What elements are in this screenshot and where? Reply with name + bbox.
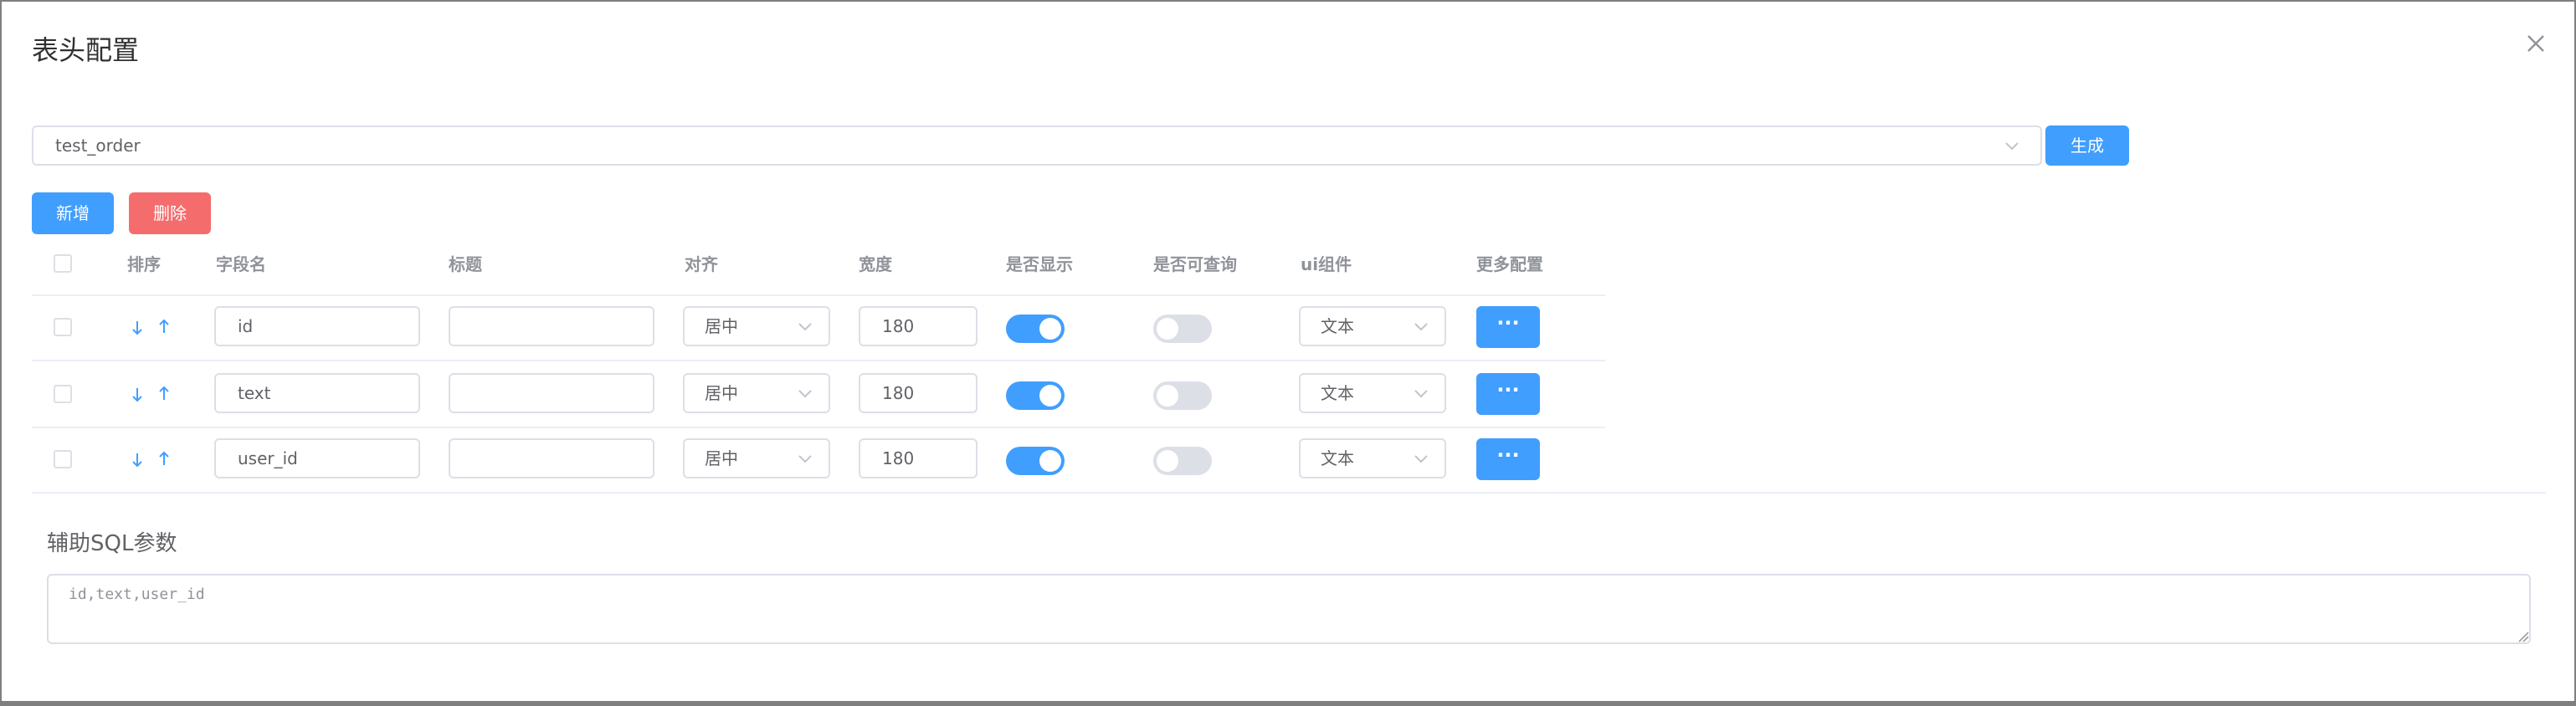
column-header-show: 是否显示 (1006, 254, 1073, 274)
field-name-input[interactable]: text (214, 373, 420, 413)
align-select-value: 居中 (705, 316, 738, 336)
arrow-up-icon[interactable] (156, 383, 172, 403)
switch-knob (1157, 318, 1178, 340)
sql-params-title: 辅助SQL参数 (47, 531, 177, 556)
dialog-title: 表头配置 (32, 34, 140, 66)
table-bottom-divider (32, 492, 2546, 494)
more-config-button[interactable]: ··· (1476, 438, 1540, 480)
width-input[interactable]: 180 (859, 373, 978, 413)
close-icon[interactable] (2522, 30, 2549, 57)
table-select-value: test_order (55, 136, 141, 156)
title-input[interactable] (449, 306, 654, 346)
resize-handle-icon[interactable] (2517, 631, 2529, 642)
chevron-down-icon (1411, 383, 1431, 403)
column-header-sort: 排序 (127, 254, 161, 274)
generate-button[interactable]: 生成 (2045, 125, 2129, 166)
chevron-down-icon (2002, 136, 2022, 156)
delete-button[interactable]: 删除 (129, 192, 211, 234)
ui-component-select[interactable]: 文本 (1299, 373, 1446, 413)
ui-component-value: 文本 (1321, 383, 1354, 403)
ui-component-select[interactable]: 文本 (1299, 438, 1446, 478)
select-all-checkbox[interactable] (54, 254, 72, 273)
column-header-title: 标题 (449, 254, 482, 274)
query-switch[interactable] (1153, 381, 1212, 410)
chevron-down-icon (795, 316, 815, 336)
column-header-width: 宽度 (859, 254, 892, 274)
width-input[interactable]: 180 (859, 438, 978, 478)
chevron-down-icon (795, 448, 815, 468)
chevron-down-icon (1411, 316, 1431, 336)
ui-component-value: 文本 (1321, 448, 1354, 468)
align-select[interactable]: 居中 (683, 438, 830, 478)
align-select[interactable]: 居中 (683, 373, 830, 413)
sql-params-textarea[interactable]: id,text,user_id (47, 574, 2531, 644)
chevron-down-icon (795, 383, 815, 403)
row-divider (32, 360, 1605, 361)
width-input[interactable]: 180 (859, 306, 978, 346)
show-switch[interactable] (1006, 381, 1065, 410)
column-header-more: 更多配置 (1476, 254, 1543, 274)
row-divider (32, 427, 1605, 428)
query-switch[interactable] (1153, 447, 1212, 475)
title-input[interactable] (449, 373, 654, 413)
column-header-field: 字段名 (216, 254, 266, 274)
switch-knob (1157, 450, 1178, 472)
title-input[interactable] (449, 438, 654, 478)
query-switch[interactable] (1153, 315, 1212, 343)
ui-component-value: 文本 (1321, 316, 1354, 336)
show-switch[interactable] (1006, 447, 1065, 475)
switch-knob (1039, 450, 1061, 472)
switch-knob (1039, 385, 1061, 407)
table-select[interactable]: test_order (32, 125, 2042, 166)
field-name-input[interactable]: id (214, 306, 420, 346)
arrow-down-icon[interactable] (129, 385, 146, 405)
table-header-config-dialog: 表头配置 test_order 生成 新增 删除 排序 字段名 标题 对齐 宽度… (2, 2, 2574, 701)
align-select-value: 居中 (705, 448, 738, 468)
ui-component-select[interactable]: 文本 (1299, 306, 1446, 346)
switch-knob (1157, 385, 1178, 407)
column-header-query: 是否可查询 (1153, 254, 1237, 274)
switch-knob (1039, 318, 1061, 340)
arrow-down-icon[interactable] (129, 450, 146, 470)
row-checkbox[interactable] (54, 318, 72, 336)
arrow-up-icon[interactable] (156, 448, 172, 468)
more-config-button[interactable]: ··· (1476, 306, 1540, 348)
align-select-value: 居中 (705, 383, 738, 403)
show-switch[interactable] (1006, 315, 1065, 343)
chevron-down-icon (1411, 448, 1431, 468)
column-header-ui: ui组件 (1301, 254, 1352, 274)
header-divider (32, 294, 1605, 296)
arrow-up-icon[interactable] (156, 316, 172, 336)
row-checkbox[interactable] (54, 385, 72, 403)
arrow-down-icon[interactable] (129, 318, 146, 338)
more-config-button[interactable]: ··· (1476, 373, 1540, 415)
column-header-align: 对齐 (685, 254, 718, 274)
add-button[interactable]: 新增 (32, 192, 114, 234)
row-checkbox[interactable] (54, 450, 72, 468)
field-name-input[interactable]: user_id (214, 438, 420, 478)
align-select[interactable]: 居中 (683, 306, 830, 346)
